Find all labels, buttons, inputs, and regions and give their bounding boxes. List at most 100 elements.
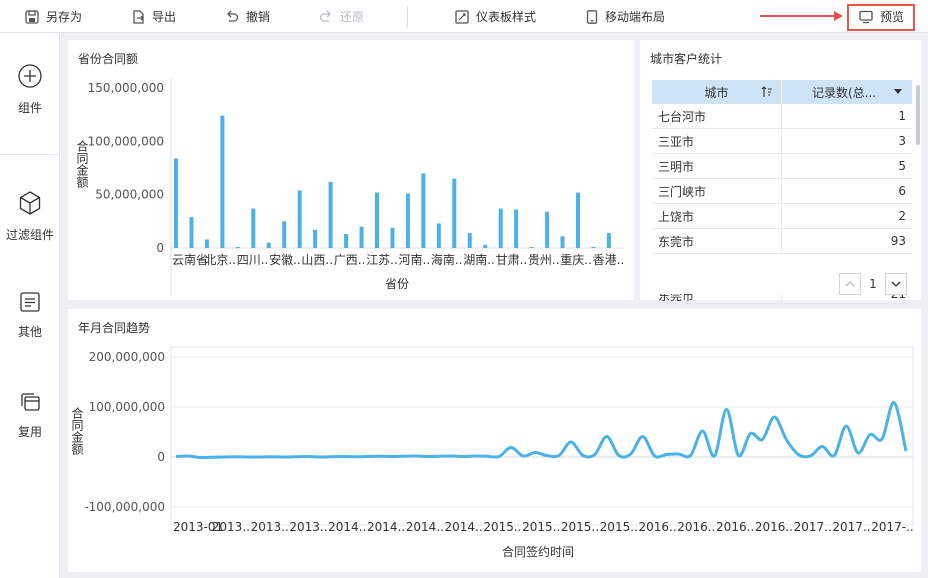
mobile-layout-label: 移动端布局 <box>605 10 666 24</box>
mobile-layout-button[interactable]: 移动端布局 <box>586 0 665 33</box>
bar <box>266 242 271 248</box>
toolbar-divider <box>407 6 408 28</box>
x-tick-label: 河南.. <box>399 252 431 267</box>
sidebar-item-label: 其他 <box>17 325 42 339</box>
bar <box>498 208 503 248</box>
x-tick-label: 山西.. <box>301 253 333 267</box>
table-cell-count: 3 <box>898 134 906 148</box>
x-tick-label: 2015.. <box>600 520 638 534</box>
save-icon <box>25 9 39 24</box>
sidebar-divider <box>0 154 60 155</box>
export-button[interactable]: 导出 <box>131 0 176 33</box>
prev-page-button[interactable] <box>839 273 861 295</box>
y-axis-label: 合同金额 <box>70 406 84 456</box>
bar <box>606 233 611 248</box>
column-label: 城市 <box>704 85 729 100</box>
bar <box>282 221 287 248</box>
bar <box>591 246 596 248</box>
chevron-down-icon <box>891 281 901 287</box>
table-cell-city: 三明市 <box>652 154 782 178</box>
x-tick-label: 2016.. <box>638 520 676 534</box>
x-tick-label: 北京.. <box>204 253 236 267</box>
sidebar-item-reuse[interactable]: 复用 <box>0 391 60 440</box>
x-tick-label: 重庆.. <box>560 253 592 267</box>
x-tick-label: 2017.. <box>794 520 832 534</box>
column-header-city[interactable]: 城市 <box>652 80 782 104</box>
undo-label: 撤销 <box>246 10 271 24</box>
export-label: 导出 <box>152 10 177 24</box>
column-header-count[interactable]: 记录数(总... <box>782 80 912 104</box>
sidebar-item-other[interactable]: 其他 <box>0 291 60 340</box>
y-tick-label: -100,000,000 <box>84 500 165 514</box>
x-tick-label: 湖南.. <box>463 252 495 267</box>
x-axis-label: 省份 <box>385 277 409 291</box>
table-scrollbar[interactable] <box>916 85 920 145</box>
table-cell-city: 三亚市 <box>652 129 782 153</box>
table-cell-city: 东莞市 <box>652 229 782 253</box>
x-tick-label: 2015.. <box>483 520 521 534</box>
dashboard-style-button[interactable]: 仪表板样式 <box>455 0 536 33</box>
y-tick-label: 0 <box>157 450 165 464</box>
bar <box>467 233 472 248</box>
next-page-button[interactable] <box>885 273 907 295</box>
bar <box>560 236 565 248</box>
bar <box>359 226 364 248</box>
table-row: 东莞市 93 <box>652 229 912 254</box>
x-tick-label: 2015.. <box>522 520 560 534</box>
x-tick-label: 甘肃.. <box>496 253 528 267</box>
x-tick-label: 2013.. <box>251 520 289 534</box>
bar <box>328 181 333 248</box>
undo-icon <box>227 10 239 22</box>
x-tick-label: 广西.. <box>334 253 366 267</box>
x-tick-label: 香港.. <box>593 253 625 267</box>
bar <box>545 211 550 248</box>
mobile-icon <box>586 9 598 24</box>
bar <box>204 239 209 248</box>
redo-button[interactable]: 还原 <box>319 0 364 33</box>
sidebar-item-components[interactable]: 组件 <box>0 63 60 116</box>
sort-icon[interactable] <box>761 86 773 98</box>
bar <box>421 173 426 248</box>
bar-chart: 合同金额 省份 050,000,000100,000,000150,000,00… <box>75 78 625 296</box>
sidebar-item-filter-components[interactable]: 过滤组件 <box>0 190 60 243</box>
export-icon <box>133 9 144 24</box>
table-header: 城市 记录数(总... <box>652 80 912 104</box>
x-tick-label: 2014.. <box>406 520 444 534</box>
x-tick-label: 2016.. <box>755 520 793 534</box>
x-tick-label: 2013.. <box>289 520 327 534</box>
bar <box>514 209 519 248</box>
y-tick-label: 100,000,000 <box>88 134 164 148</box>
trend-line <box>175 400 908 460</box>
bar <box>374 192 379 248</box>
bar <box>220 115 225 248</box>
document-icon <box>20 292 40 312</box>
plot-frame <box>170 346 914 526</box>
column-label: 记录数(总... <box>812 85 877 100</box>
x-axis-label: 合同签约时间 <box>502 544 574 559</box>
table-cell-count: 6 <box>898 184 906 198</box>
preview-highlight-box <box>847 4 915 31</box>
x-tick-label: 2014.. <box>445 520 483 534</box>
chevron-up-icon <box>845 281 855 287</box>
bar <box>452 178 457 248</box>
line-chart: 合同金额 合同签约时间 -100,000,000 0 100,000,000 200,… <box>70 346 914 559</box>
save-as-button[interactable]: 另存为 <box>25 0 82 33</box>
bar <box>436 223 441 248</box>
bar <box>174 158 178 248</box>
x-tick-label: 2016.. <box>677 520 715 534</box>
x-tick-label: 2013.. <box>212 520 250 534</box>
redo-icon <box>319 10 331 22</box>
dropdown-icon[interactable] <box>894 89 902 95</box>
toolbar: 另存为 导出 撤销 还原 仪表板样式 移动端布局 预览 <box>0 0 928 33</box>
table-cell-count: 21 <box>890 294 906 301</box>
x-tick-label: 2017.. <box>832 520 870 534</box>
save-as-label: 另存为 <box>46 10 83 24</box>
undo-button[interactable]: 撤销 <box>225 0 270 33</box>
bar <box>251 208 256 248</box>
province-contract-panel: 省份合同额 合同金额 省份 0 50,000,000 100,000,000 150,… <box>68 40 634 300</box>
table-row: 七台河市 1 <box>652 104 912 129</box>
monthly-trend-panel: 年月合同趋势 合同金额 合同签约时间 -100,000,000 0 100,000,… <box>68 309 921 572</box>
table-cell-count: 2 <box>898 209 906 223</box>
table-row: 三明市 5 <box>652 154 912 179</box>
sidebar-item-label: 复用 <box>17 425 42 439</box>
